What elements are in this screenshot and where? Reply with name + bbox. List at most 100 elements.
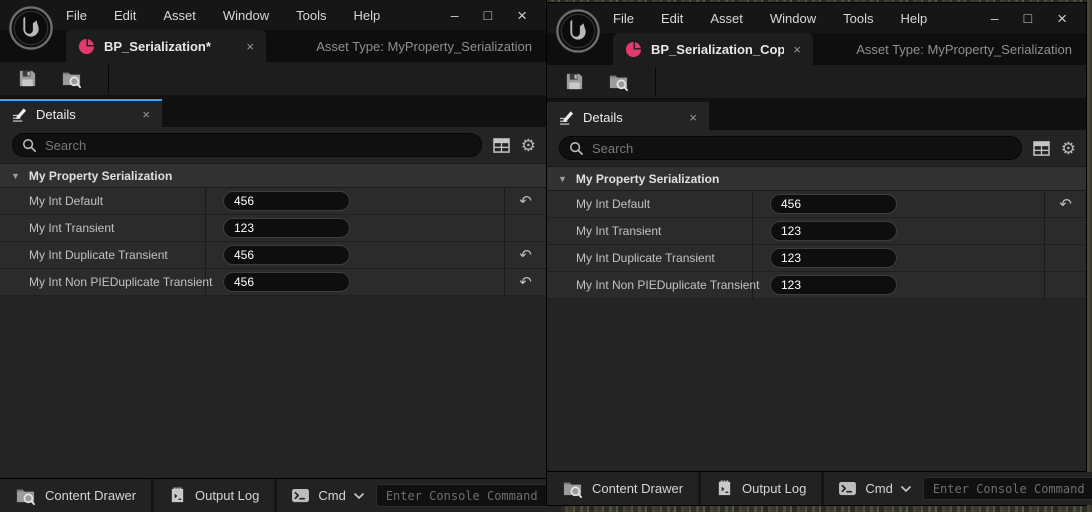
output-log-label: Output Log (742, 481, 806, 496)
search-input[interactable] (592, 141, 1012, 156)
property-label: My Int Duplicate Transient (547, 245, 753, 271)
content-drawer-button[interactable]: Content Drawer (547, 472, 698, 505)
details-tab-bar: Details × (0, 99, 546, 127)
menu-window[interactable]: Window (223, 8, 269, 23)
property-value-input[interactable] (770, 248, 897, 268)
menu-edit[interactable]: Edit (661, 11, 683, 26)
details-panel: Details × ⚙ ▼ My Property Serialization (547, 102, 1086, 471)
search-box[interactable] (559, 136, 1022, 160)
chevron-down-icon[interactable] (901, 486, 911, 492)
details-pencil-icon (12, 107, 27, 122)
menu-help[interactable]: Help (353, 8, 380, 23)
menu-bar: File Edit Asset Window Tools Help (66, 8, 380, 23)
menu-file[interactable]: File (613, 11, 634, 26)
browse-to-asset-button[interactable] (607, 71, 629, 93)
property-row: My Int Duplicate Transient ↶ (0, 242, 546, 269)
details-pencil-icon (559, 110, 574, 125)
unreal-logo-icon (8, 5, 54, 51)
cmd-dropdown[interactable]: Cmd (865, 481, 892, 496)
display-filter-icon[interactable] (1033, 141, 1050, 156)
property-label: My Int Transient (0, 215, 206, 241)
chevron-down-icon[interactable] (354, 493, 364, 499)
details-tab-close-icon[interactable]: × (142, 108, 150, 121)
property-value-input[interactable] (770, 275, 897, 295)
menu-window[interactable]: Window (770, 11, 816, 26)
reset-to-default-button[interactable]: ↶ (519, 194, 532, 209)
content-drawer-label: Content Drawer (592, 481, 683, 496)
menu-tools[interactable]: Tools (843, 11, 873, 26)
property-row: My Int Transient ↶ (547, 218, 1086, 245)
title-bar: File Edit Asset Window Tools Help – □ × (547, 3, 1086, 33)
gear-icon[interactable]: ⚙ (1061, 140, 1076, 157)
tab-details[interactable]: Details × (547, 102, 709, 130)
maximize-button[interactable]: □ (484, 8, 492, 22)
asset-tab[interactable]: BP_Serialization* × (66, 30, 266, 62)
menu-asset[interactable]: Asset (163, 8, 196, 23)
maximize-button[interactable]: □ (1024, 11, 1032, 25)
category-header[interactable]: ▼ My Property Serialization (0, 163, 546, 188)
menu-help[interactable]: Help (900, 11, 927, 26)
property-label: My Int Non PIEDuplicate Transient (0, 269, 206, 295)
save-button[interactable] (563, 71, 585, 93)
output-log-button[interactable]: Output Log (154, 479, 274, 512)
menu-asset[interactable]: Asset (710, 11, 743, 26)
status-bar: Content Drawer Output Log Cmd (547, 471, 1086, 505)
reset-to-default-button[interactable]: ↶ (1059, 197, 1072, 212)
console-command-input[interactable] (376, 484, 549, 507)
display-filter-icon[interactable] (493, 138, 510, 153)
minimize-button[interactable]: – (991, 11, 999, 25)
cmd-dropdown[interactable]: Cmd (318, 488, 345, 503)
details-tab-close-icon[interactable]: × (689, 111, 697, 124)
menu-edit[interactable]: Edit (114, 8, 136, 23)
asset-tab-row: BP_Serialization_Copy × Asset Type: MyPr… (547, 33, 1086, 65)
property-value-input[interactable] (770, 194, 897, 214)
close-button[interactable]: × (517, 7, 527, 24)
property-value-input[interactable] (223, 218, 350, 238)
search-box[interactable] (12, 133, 482, 157)
gear-icon[interactable]: ⚙ (521, 137, 536, 154)
details-tab-bar: Details × (547, 102, 1086, 130)
menu-file[interactable]: File (66, 8, 87, 23)
console-section: Cmd (824, 472, 1092, 505)
property-value-input[interactable] (223, 272, 350, 292)
toolbar-divider (108, 65, 109, 93)
close-button[interactable]: × (1057, 10, 1067, 27)
asset-type-label: Asset Type: MyProperty_Serialization (856, 42, 1086, 57)
category-header[interactable]: ▼ My Property Serialization (547, 166, 1086, 191)
asset-type-label: Asset Type: MyProperty_Serialization (316, 39, 546, 54)
toolbar-divider (655, 68, 656, 96)
property-value-input[interactable] (223, 245, 350, 265)
asset-tab-close-icon[interactable]: × (246, 40, 254, 53)
tab-details[interactable]: Details × (0, 99, 162, 127)
save-button[interactable] (16, 68, 38, 90)
chevron-down-icon: ▼ (558, 174, 567, 184)
output-log-button[interactable]: Output Log (701, 472, 821, 505)
blueprint-asset-icon (625, 41, 642, 58)
chevron-down-icon: ▼ (11, 171, 20, 181)
details-tab-label: Details (36, 107, 133, 122)
asset-tab-close-icon[interactable]: × (793, 43, 801, 56)
reset-to-default-button[interactable]: ↶ (519, 248, 532, 263)
menu-tools[interactable]: Tools (296, 8, 326, 23)
content-drawer-button[interactable]: Content Drawer (0, 479, 151, 512)
reset-to-default-button[interactable]: ↶ (519, 275, 532, 290)
browse-to-asset-button[interactable] (60, 68, 82, 90)
blueprint-asset-icon (78, 38, 95, 55)
search-icon (569, 141, 584, 156)
editor-window-left: File Edit Asset Window Tools Help – □ × … (0, 0, 546, 512)
property-value-input[interactable] (223, 191, 350, 211)
asset-tab[interactable]: BP_Serialization_Copy × (613, 33, 813, 65)
console-command-input[interactable] (923, 477, 1092, 500)
property-row: My Int Non PIEDuplicate Transient ↶ (547, 272, 1086, 299)
details-empty-area (0, 296, 546, 478)
property-value-input[interactable] (770, 221, 897, 241)
details-tab-label: Details (583, 110, 680, 125)
terminal-icon (838, 481, 857, 496)
property-row: My Int Transient ↶ (0, 215, 546, 242)
minimize-button[interactable]: – (451, 8, 459, 22)
editor-window-right: File Edit Asset Window Tools Help – □ × … (547, 3, 1086, 505)
search-input[interactable] (45, 138, 472, 153)
property-label: My Int Default (547, 191, 753, 217)
category-label: My Property Serialization (29, 169, 172, 183)
property-label: My Int Non PIEDuplicate Transient (547, 272, 753, 298)
